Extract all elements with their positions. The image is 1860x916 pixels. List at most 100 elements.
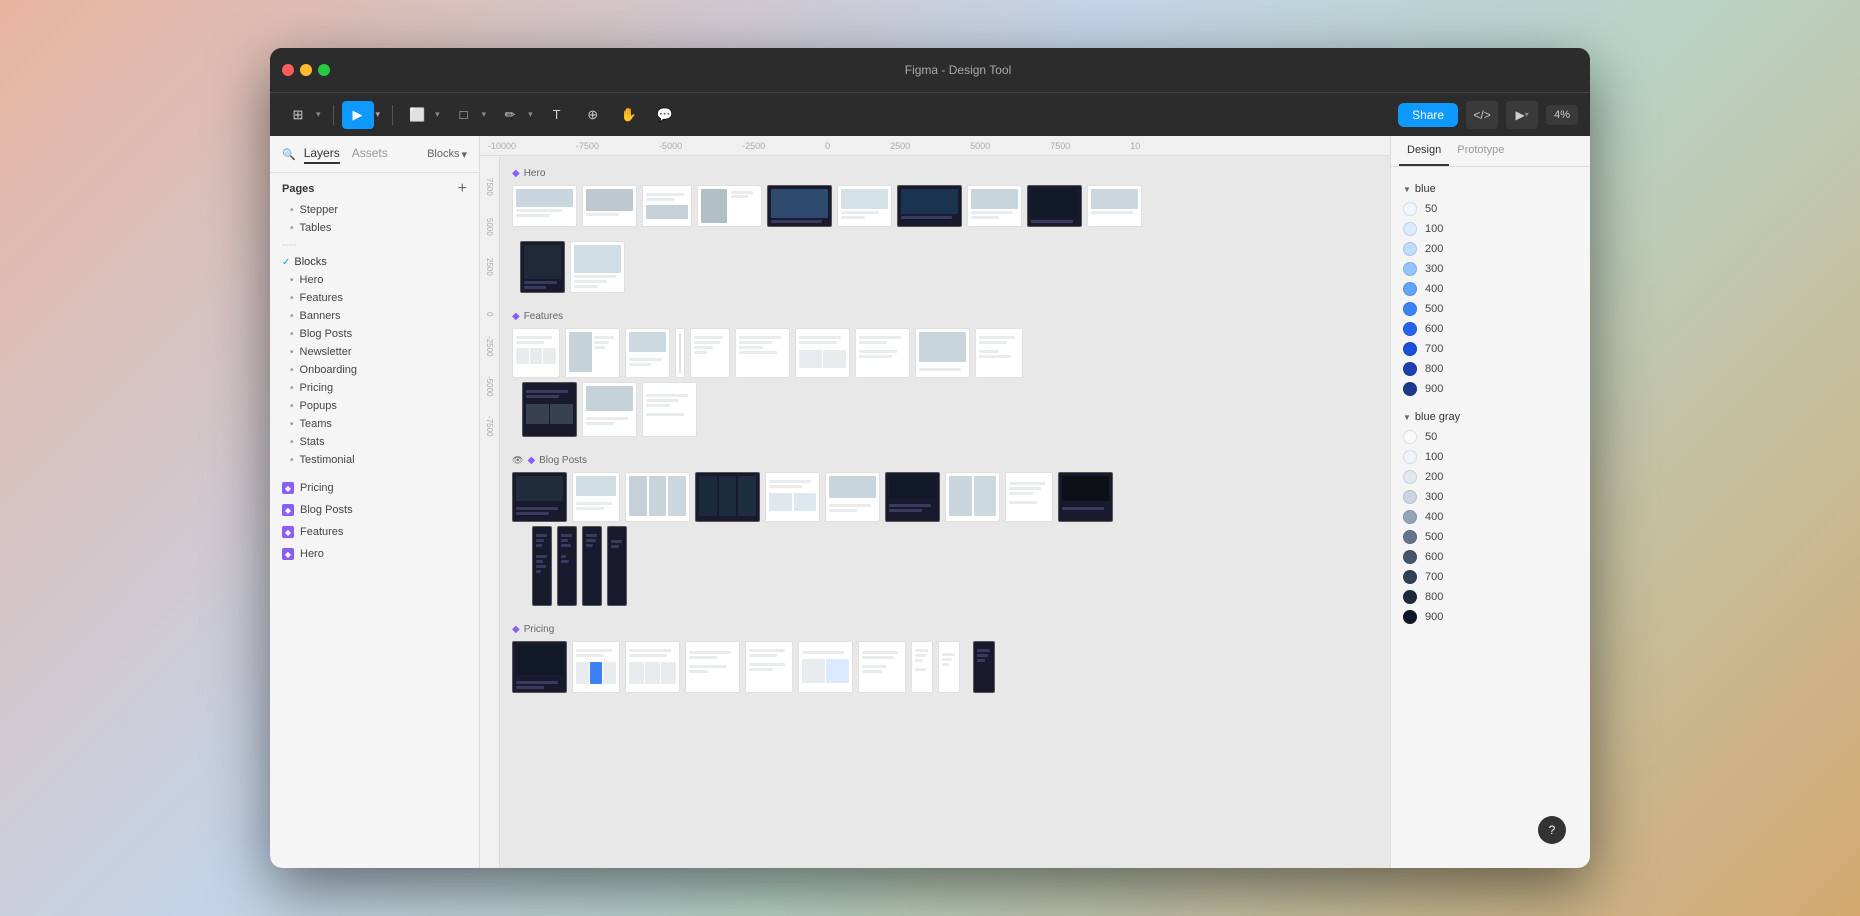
frame-thumb[interactable] (625, 472, 690, 522)
tab-assets[interactable]: Assets (352, 144, 388, 164)
page-features[interactable]: ◆ Features (270, 521, 479, 543)
pen-tool[interactable]: ✏ (494, 101, 526, 129)
color-swatch-bg-row-800[interactable]: 800 (1391, 587, 1590, 607)
minimize-button[interactable] (300, 64, 312, 76)
frame-thumb-dark[interactable] (1027, 185, 1082, 227)
color-swatch-row-800[interactable]: 800 (1391, 359, 1590, 379)
frame-thumb-dark[interactable] (522, 382, 577, 437)
frame-thumb[interactable] (945, 472, 1000, 522)
frame-thumb[interactable] (938, 641, 960, 693)
grid-tool[interactable]: ⊞ (282, 101, 314, 129)
frame-thumb[interactable] (765, 472, 820, 522)
frame-thumb[interactable] (690, 328, 730, 378)
frame-thumb-dark[interactable] (532, 526, 552, 606)
color-swatch-row-100[interactable]: 100 (1391, 219, 1590, 239)
play-button[interactable]: ▶ ▾ (1506, 101, 1538, 129)
page-blog-posts[interactable]: ◆ Blog Posts (270, 499, 479, 521)
frame-thumb[interactable] (642, 382, 697, 437)
help-button[interactable]: ? (1538, 816, 1566, 844)
frame-thumb[interactable] (565, 328, 620, 378)
tab-layers[interactable]: Layers (304, 144, 340, 164)
tab-prototype[interactable]: Prototype (1449, 136, 1512, 166)
frame-thumb-dark[interactable] (1058, 472, 1113, 522)
frame-thumb-dark[interactable] (512, 641, 567, 693)
layer-item-stepper[interactable]: • Stepper (270, 201, 479, 219)
blocks-filter[interactable]: Blocks ▾ (427, 148, 467, 161)
frame-thumb[interactable] (911, 641, 933, 693)
color-swatch-bg-row-300[interactable]: 300 (1391, 487, 1590, 507)
frame-thumb-dark[interactable] (607, 526, 627, 606)
frame-thumb[interactable] (582, 382, 637, 437)
frame-thumb[interactable] (915, 328, 970, 378)
layer-item-tables[interactable]: • Tables (270, 219, 479, 237)
frame-thumb-dark[interactable] (767, 185, 832, 227)
add-page-button[interactable]: + (458, 181, 467, 197)
frame-thumb[interactable] (625, 328, 670, 378)
color-swatch-row-400[interactable]: 400 (1391, 279, 1590, 299)
frame-thumb[interactable] (572, 472, 620, 522)
page-hero[interactable]: ◆ Hero (270, 543, 479, 565)
color-swatch-bg-row-100[interactable]: 100 (1391, 447, 1590, 467)
close-button[interactable] (282, 64, 294, 76)
layer-item-features[interactable]: • Features (270, 289, 479, 307)
frame-thumb[interactable] (697, 185, 762, 227)
frame-tool[interactable]: ⬜ (401, 101, 433, 129)
share-button[interactable]: Share (1398, 103, 1458, 127)
color-swatch-row-900[interactable]: 900 (1391, 379, 1590, 399)
layer-item-pricing[interactable]: • Pricing (270, 379, 479, 397)
frame-thumb[interactable] (798, 641, 853, 693)
frame-thumb[interactable] (735, 328, 790, 378)
shape-tool[interactable]: □ (448, 101, 480, 129)
code-button[interactable]: </> (1466, 101, 1498, 129)
frame-thumb[interactable] (582, 185, 637, 227)
frame-thumb-dark[interactable] (557, 526, 577, 606)
layer-item-stats[interactable]: • Stats (270, 433, 479, 451)
frame-thumb[interactable] (570, 241, 625, 293)
color-swatch-row-50[interactable]: 50 (1391, 199, 1590, 219)
color-swatch-bg-row-200[interactable]: 200 (1391, 467, 1590, 487)
frame-thumb[interactable] (512, 185, 577, 227)
color-swatch-row-500[interactable]: 500 (1391, 299, 1590, 319)
frame-thumb[interactable] (825, 472, 880, 522)
maximize-button[interactable] (318, 64, 330, 76)
frame-thumb[interactable] (745, 641, 793, 693)
layer-item-teams[interactable]: • Teams (270, 415, 479, 433)
canvas-area[interactable]: -10000 -7500 -5000 -2500 0 2500 5000 750… (480, 136, 1390, 868)
frame-thumb[interactable] (1005, 472, 1053, 522)
page-pricing[interactable]: ◆ Pricing (270, 477, 479, 499)
layer-item-testimonial[interactable]: • Testimonial (270, 451, 479, 469)
color-swatch-bg-row-600[interactable]: 600 (1391, 547, 1590, 567)
color-swatch-bg-row-900[interactable]: 900 (1391, 607, 1590, 627)
frame-thumb-dark[interactable] (512, 472, 567, 522)
frame-thumb[interactable] (642, 185, 692, 227)
tab-design[interactable]: Design (1399, 136, 1449, 166)
frame-thumb[interactable] (858, 641, 906, 693)
color-swatch-bg-row-700[interactable]: 700 (1391, 567, 1590, 587)
color-swatch-row-600[interactable]: 600 (1391, 319, 1590, 339)
color-swatch-bg-row-500[interactable]: 500 (1391, 527, 1590, 547)
frame-thumb[interactable] (572, 641, 620, 693)
frame-thumb-dark[interactable] (897, 185, 962, 227)
frame-thumb[interactable] (975, 328, 1023, 378)
layer-item-onboarding[interactable]: • Onboarding (270, 361, 479, 379)
frame-thumb-dark[interactable] (520, 241, 565, 293)
color-section-header-blue-gray[interactable]: ▼ blue gray (1391, 407, 1590, 427)
color-swatch-bg-row-400[interactable]: 400 (1391, 507, 1590, 527)
frame-thumb[interactable] (795, 328, 850, 378)
frame-thumb-dark[interactable] (885, 472, 940, 522)
layer-item-popups[interactable]: • Popups (270, 397, 479, 415)
frame-thumb[interactable] (512, 328, 560, 378)
color-swatch-row-700[interactable]: 700 (1391, 339, 1590, 359)
component-tool[interactable]: ⊕ (577, 101, 609, 129)
frame-thumb[interactable] (967, 185, 1022, 227)
frame-thumb[interactable] (675, 328, 685, 378)
color-swatch-row-300[interactable]: 300 (1391, 259, 1590, 279)
frame-thumb[interactable] (625, 641, 680, 693)
comment-tool[interactable]: 💬 (649, 101, 681, 129)
color-section-header-blue[interactable]: ▼ blue (1391, 179, 1590, 199)
zoom-control[interactable]: 4% (1546, 105, 1578, 125)
frame-thumb[interactable] (1087, 185, 1142, 227)
select-tool[interactable]: ▶ (342, 101, 374, 129)
layer-item-banners[interactable]: • Banners (270, 307, 479, 325)
layer-item-blog-posts[interactable]: • Blog Posts (270, 325, 479, 343)
